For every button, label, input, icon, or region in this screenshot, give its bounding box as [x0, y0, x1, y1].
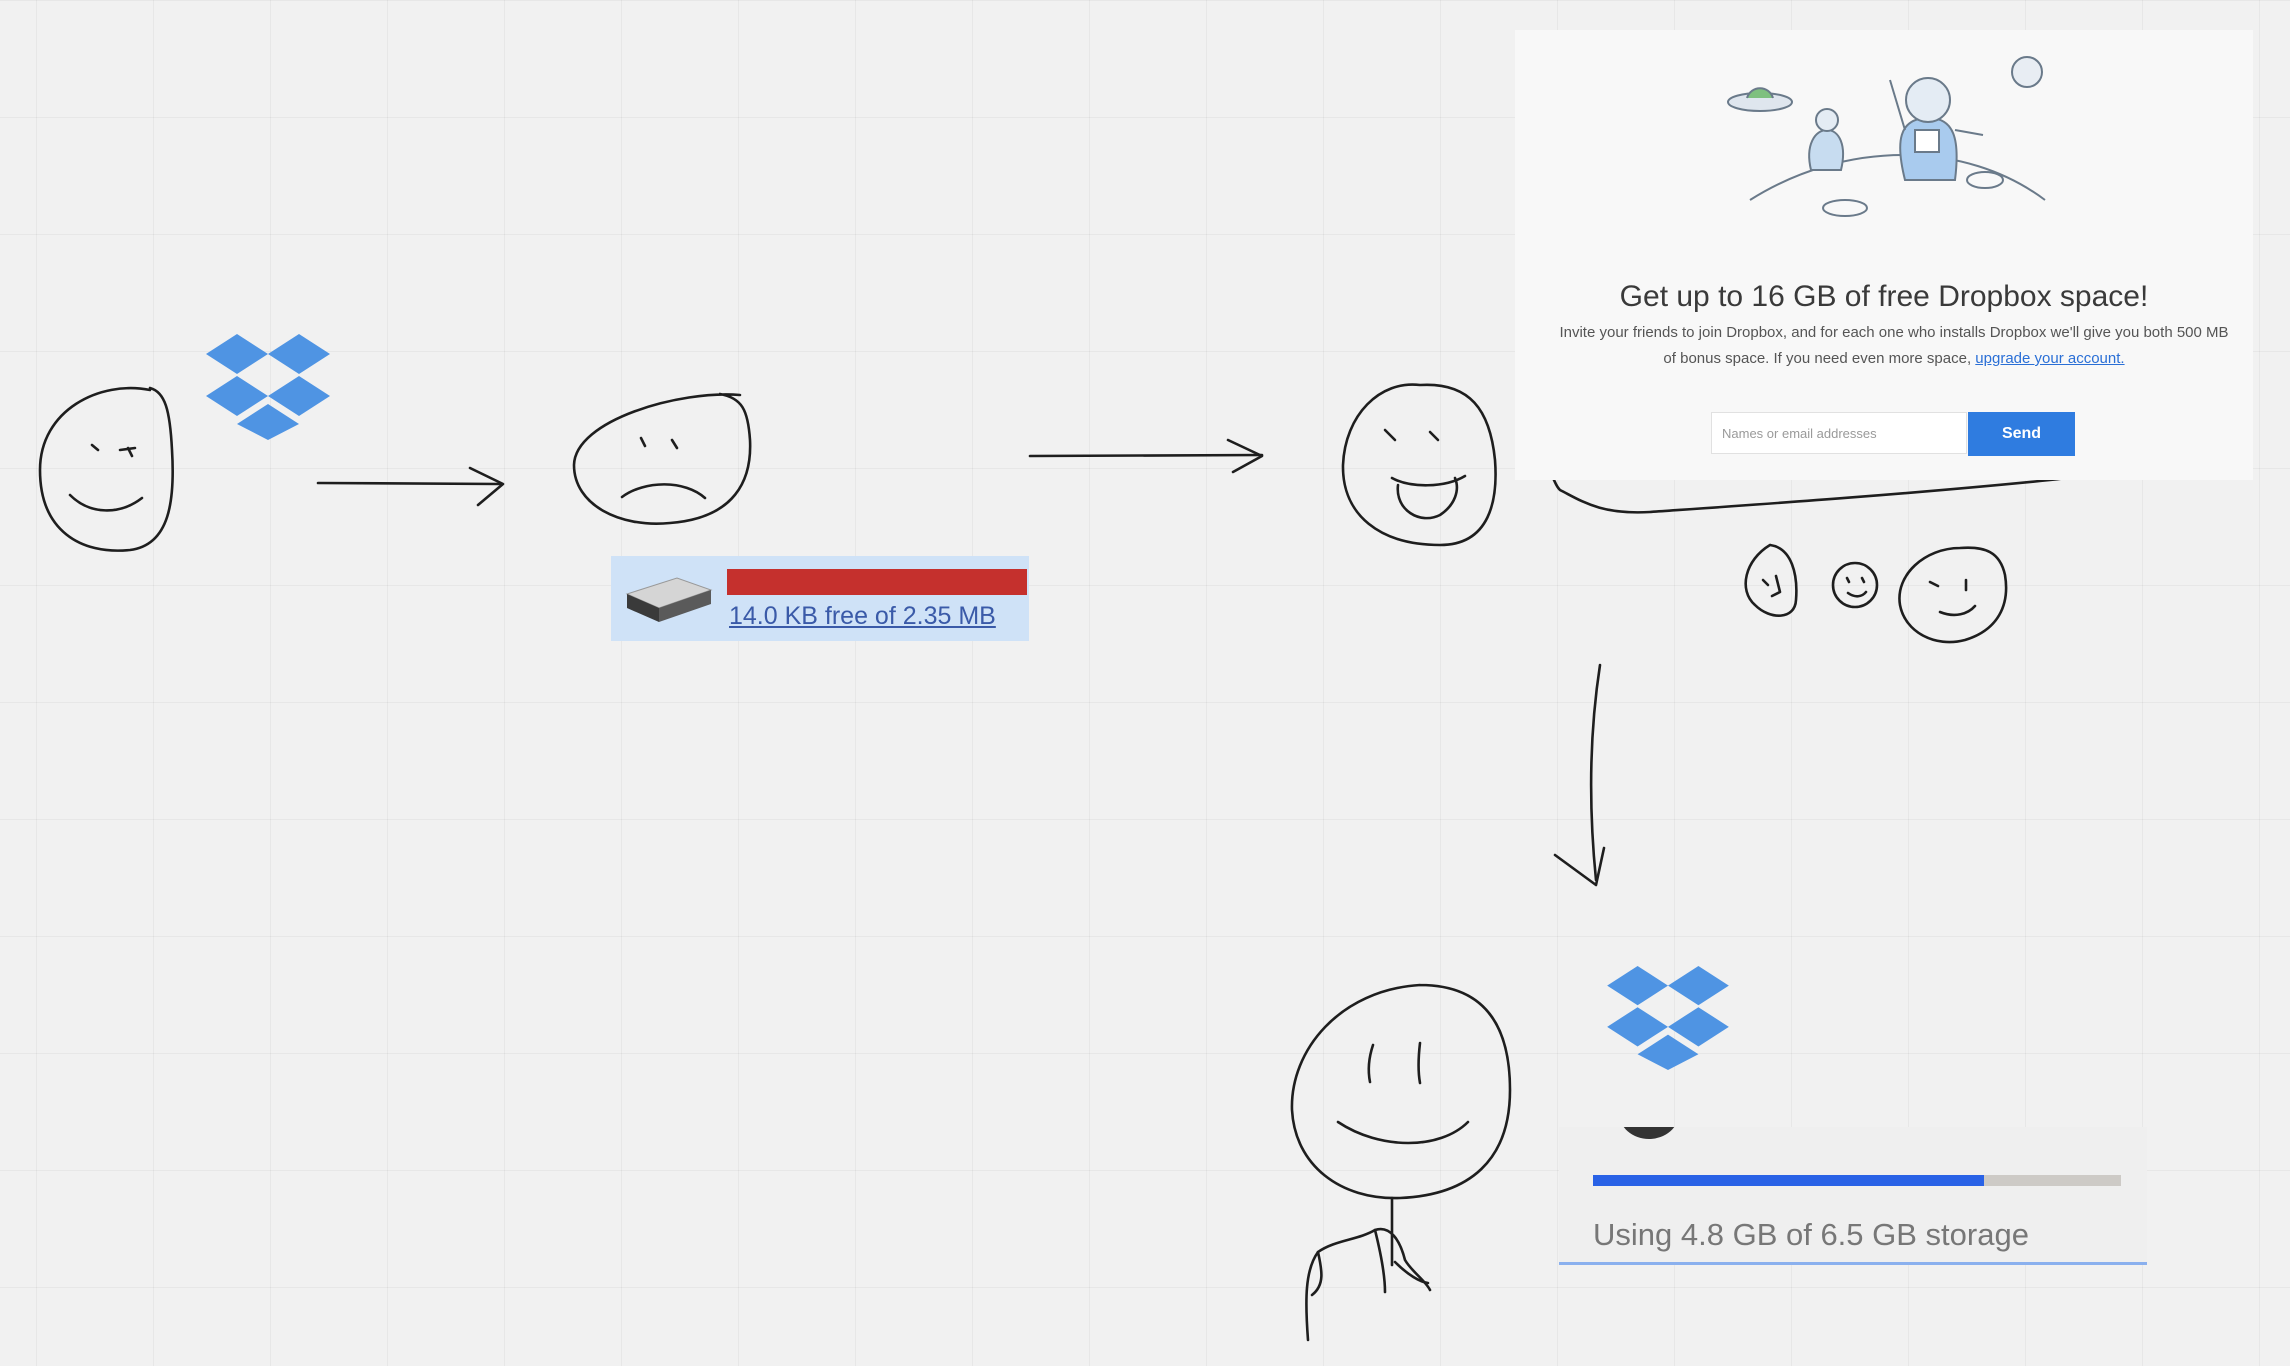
arrow-down: [1553, 663, 1606, 887]
storage-usage-card: Using 4.8 GB of 6.5 GB storage: [1559, 1127, 2147, 1265]
storage-usage-bar: [1593, 1175, 1984, 1186]
space-illustration: [1727, 56, 2046, 217]
dropbox-logo-icon: [1607, 966, 1729, 1070]
storage-usage-text: Using 4.8 GB of 6.5 GB storage: [1593, 1217, 2029, 1252]
disk-usage-card: 14.0 KB free of 2.35 MB: [611, 556, 1029, 641]
sad-face-sketch: [572, 392, 752, 525]
happy-face-sketch: [38, 386, 175, 552]
arrow-right-1: [316, 466, 505, 507]
small-faces-sketch: [1744, 543, 2008, 644]
dropbox-logo-icon: [206, 334, 330, 440]
storage-usage-track: [1593, 1175, 2121, 1186]
disk-usage-bar: [727, 569, 1028, 595]
disk-free-text[interactable]: 14.0 KB free of 2.35 MB: [729, 602, 996, 631]
avatar: [1619, 1127, 1679, 1139]
referral-description: Invite your friends to join Dropbox, and…: [1555, 320, 2233, 372]
hard-drive-icon: [625, 577, 713, 622]
upgrade-account-link[interactable]: upgrade your account.: [1975, 350, 2124, 367]
arrow-right-2: [1028, 438, 1264, 474]
send-button[interactable]: Send: [1968, 412, 2075, 456]
laughing-face-sketch: [1341, 383, 1497, 547]
invite-email-input[interactable]: [1711, 412, 1967, 454]
referral-title: Get up to 16 GB of free Dropbox space!: [1619, 280, 2149, 313]
disk-name-label: [729, 556, 736, 567]
referral-description-text: Invite your friends to join Dropbox, and…: [1559, 324, 2229, 367]
referral-panel: Get up to 16 GB of free Dropbox space! I…: [1515, 30, 2253, 480]
smiling-person-sketch: [1290, 983, 1512, 1342]
